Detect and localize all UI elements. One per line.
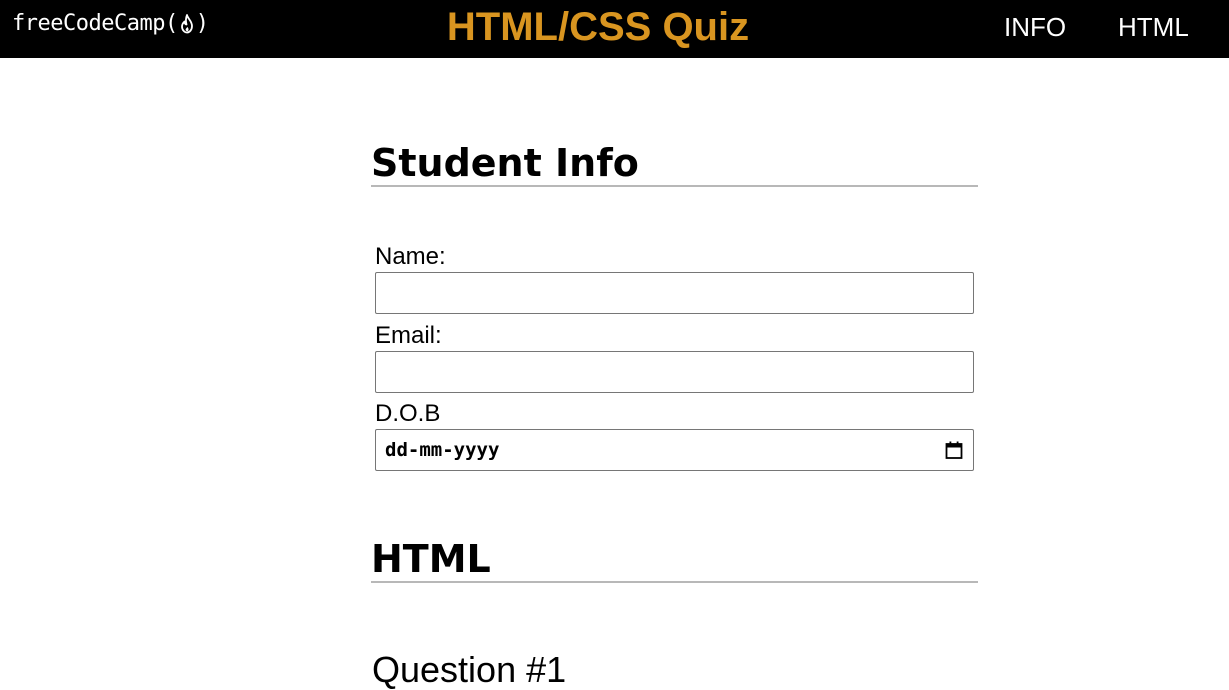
logo-text: freeCodeCamp( bbox=[12, 11, 178, 36]
calendar-icon[interactable] bbox=[944, 440, 964, 460]
nav-link-html[interactable]: HTML bbox=[1118, 12, 1189, 42]
question-title: Question #1 bbox=[372, 649, 567, 690]
dob-field[interactable]: dd-mm-yyyy bbox=[375, 429, 974, 471]
navbar: freeCodeCamp( ) HTML/CSS Quiz INFO HTML bbox=[0, 0, 1229, 58]
logo-text-close: ) bbox=[195, 11, 209, 36]
flame-icon bbox=[180, 14, 193, 34]
dob-label: D.O.B bbox=[375, 400, 441, 427]
student-info-heading: Student Info bbox=[371, 141, 978, 187]
name-field[interactable] bbox=[375, 272, 974, 314]
freecodecamp-logo[interactable]: freeCodeCamp( ) bbox=[12, 10, 209, 38]
html-section-heading: HTML bbox=[371, 537, 978, 583]
nav-link-info[interactable]: INFO bbox=[1004, 12, 1066, 42]
name-label: Name: bbox=[375, 243, 446, 270]
dob-placeholder: dd-mm-yyyy bbox=[385, 439, 500, 461]
email-label: Email: bbox=[375, 322, 442, 349]
email-field[interactable] bbox=[375, 351, 974, 393]
page-title: HTML/CSS Quiz bbox=[446, 5, 750, 49]
